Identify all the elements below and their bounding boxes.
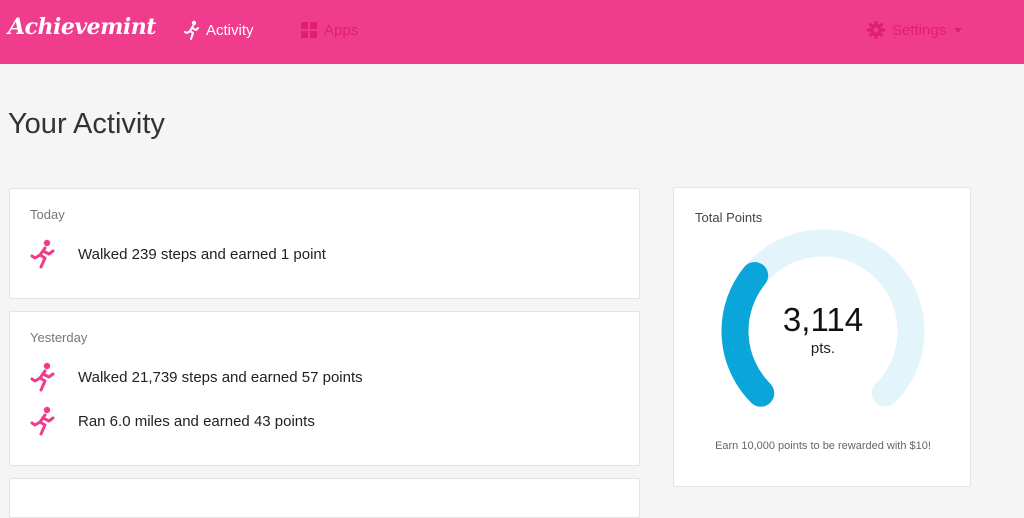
activity-text: Ran 6.0 miles and earned 43 points [78, 412, 315, 430]
points-unit: pts. [810, 340, 836, 357]
nav-settings-label: Settings [892, 21, 947, 39]
nav-activity[interactable]: Activity [184, 16, 254, 44]
runner-icon [30, 362, 56, 392]
gear-icon [866, 20, 886, 40]
activity-item: Ran 6.0 miles and earned 43 points [30, 406, 315, 436]
caret-down-icon [952, 25, 964, 35]
runner-icon [30, 406, 56, 436]
app-logo[interactable]: Achievemint [8, 14, 156, 40]
activity-text: Walked 21,739 steps and earned 57 points [78, 368, 363, 386]
activity-text: Walked 239 steps and earned 1 point [78, 245, 326, 263]
activity-card-yesterday: Yesterday Walked 21,739 steps and earned… [9, 311, 640, 466]
activity-card-partial [9, 478, 640, 518]
top-navigation-bar: Achievemint Activity Apps Settings [0, 0, 1024, 64]
nav-apps-label: Apps [324, 21, 359, 39]
nav-activity-label: Activity [206, 21, 254, 39]
total-points-card: Total Points 3,114 pts. Earn 10,000 poin… [673, 187, 971, 487]
day-label: Yesterday [30, 330, 88, 345]
day-label: Today [30, 207, 65, 222]
nav-settings[interactable]: Settings [866, 16, 964, 44]
runner-icon [184, 20, 200, 40]
points-value: 3,114 [782, 301, 864, 338]
points-title: Total Points [695, 210, 763, 225]
points-goal-note: Earn 10,000 points to be rewarded with $… [715, 440, 931, 452]
activity-card-today: Today Walked 239 steps and earned 1 poin… [9, 188, 640, 299]
activity-item: Walked 239 steps and earned 1 point [30, 239, 326, 269]
runner-icon [30, 239, 56, 269]
nav-apps[interactable]: Apps [300, 16, 358, 44]
page-title: Your Activity [8, 108, 165, 140]
activity-item: Walked 21,739 steps and earned 57 points [30, 362, 363, 392]
grid-icon [300, 21, 318, 39]
